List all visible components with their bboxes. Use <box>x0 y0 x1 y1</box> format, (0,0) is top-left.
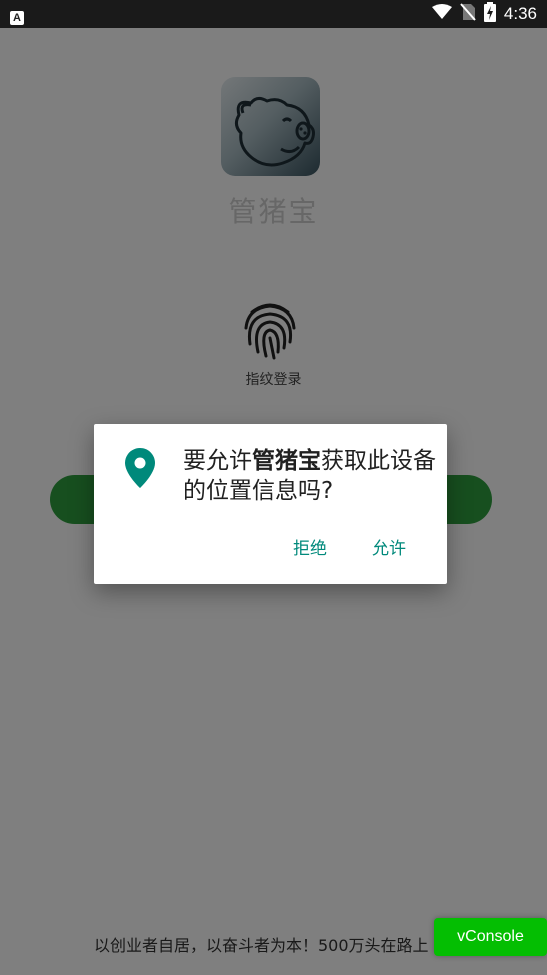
location-permission-dialog: 要允许管猪宝获取此设备的位置信息吗? 拒绝 允许 <box>94 424 447 584</box>
status-left: A <box>10 6 24 25</box>
notification-a-icon: A <box>10 11 24 25</box>
clock-time: 4:36 <box>503 4 537 23</box>
location-pin-icon <box>125 448 155 488</box>
wifi-icon <box>431 4 452 24</box>
dialog-message-prefix: 要允许 <box>183 448 252 474</box>
no-sim-icon <box>460 3 476 25</box>
battery-charging-icon <box>483 2 496 26</box>
vconsole-button[interactable]: vConsole <box>434 918 547 956</box>
allow-button[interactable]: 允许 <box>372 534 406 559</box>
screen: A 4:36 vConsole 要允许管猪宝获取此设备的位置信息吗? 拒绝 允许 <box>0 0 547 975</box>
deny-button[interactable]: 拒绝 <box>293 534 327 559</box>
status-right: 4:36 <box>431 0 537 28</box>
dialog-app-name: 管猪宝 <box>252 448 321 474</box>
dialog-message: 要允许管猪宝获取此设备的位置信息吗? <box>183 446 438 506</box>
status-bar: A 4:36 <box>0 0 547 28</box>
